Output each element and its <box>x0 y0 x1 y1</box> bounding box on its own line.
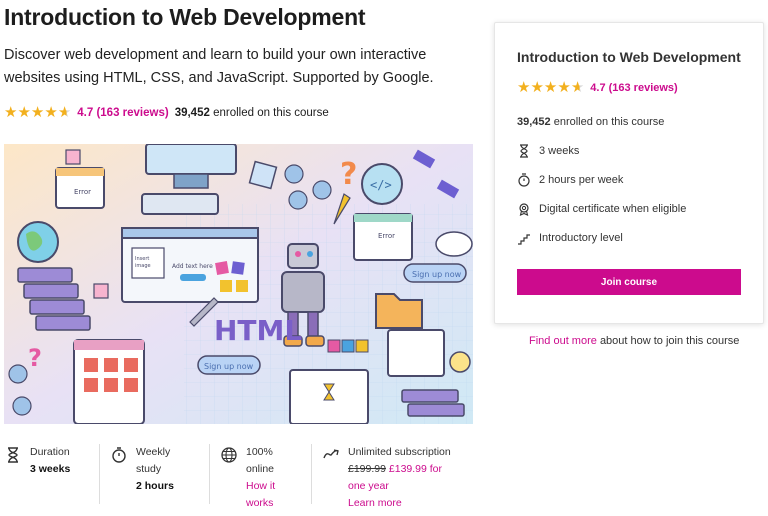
star-icon: ★ <box>4 104 18 121</box>
stat-label: Duration <box>30 446 70 458</box>
learn-more-link[interactable]: Learn more <box>348 495 462 512</box>
stopwatch-icon <box>518 173 530 187</box>
card-rating-link[interactable]: 4.7 (163 reviews) <box>590 82 677 94</box>
rating-link[interactable]: 4.7 (163 reviews) <box>77 107 168 119</box>
feature-duration: 3 weeks <box>517 144 579 158</box>
star-rating: ★ ★ ★ ★ ★ <box>4 105 71 120</box>
half-star-icon: ★ <box>57 104 72 121</box>
svg-text:?: ? <box>28 344 42 372</box>
how-it-works-link[interactable]: How it works <box>246 478 286 512</box>
course-stats: Duration 3 weeks Weekly study 2 hours 100%… <box>4 444 473 516</box>
globe-icon <box>221 447 237 463</box>
old-price: £199.99 <box>348 463 386 475</box>
half-star-icon: ★ <box>570 79 585 96</box>
svg-text:image: image <box>135 263 151 269</box>
enroll-card: Introduction to Web Development ★ ★ ★ ★ … <box>494 22 764 324</box>
infinity-icon <box>323 449 339 459</box>
feature-text: 3 weeks <box>539 145 580 157</box>
stat-online: 100% online How it works <box>220 444 312 509</box>
steps-icon <box>518 234 530 245</box>
svg-text:Insert: Insert <box>135 256 149 262</box>
feature-text: 2 hours per week <box>539 174 624 186</box>
feature-text: Introductory level <box>539 232 623 244</box>
card-enrolled: 39,452 enrolled on this course <box>517 116 665 128</box>
svg-text:Sign up now: Sign up now <box>412 270 462 279</box>
course-description: Discover web development and learn to bu… <box>4 47 434 86</box>
stopwatch-icon <box>112 447 126 463</box>
page-title: Introduction to Web Development <box>4 4 366 30</box>
stat-label: Unlimited subscription <box>348 446 451 458</box>
find-out-more-row: Find out more about how to join this cou… <box>529 335 739 347</box>
add-text-here: Add text here <box>172 263 213 270</box>
sign-up-text: Sign up now <box>204 362 254 371</box>
card-title: Introduction to Web Development <box>517 49 741 65</box>
error-text: Error <box>74 188 91 196</box>
feature-hours: 2 hours per week <box>517 173 623 187</box>
star-icon: ★ <box>517 79 531 96</box>
find-out-more-link[interactable]: Find out more <box>529 335 597 347</box>
star-icon: ★ <box>557 79 571 96</box>
course-hero-image: Error Insert image Add text here </> ? ?… <box>4 144 473 424</box>
stat-value: 2 hours <box>136 480 174 492</box>
star-rating: ★ ★ ★ ★ ★ <box>517 80 584 95</box>
stat-value: 3 weeks <box>30 463 71 475</box>
stat-subscription: Unlimited subscription £199.99 £139.99 f… <box>322 444 472 509</box>
stat-weekly-study: Weekly study 2 hours <box>110 444 210 504</box>
stat-duration: Duration 3 weeks <box>4 444 100 504</box>
star-icon: ★ <box>530 79 544 96</box>
find-out-more-text: about how to join this course <box>599 335 740 347</box>
hourglass-icon <box>520 144 528 158</box>
svg-text:?: ? <box>340 157 357 192</box>
stat-label: 100% online <box>246 446 275 475</box>
join-course-button[interactable]: Join course <box>517 269 741 295</box>
certificate-icon <box>519 203 529 216</box>
feature-certificate: Digital certificate when eligible <box>517 202 686 216</box>
svg-text:Error: Error <box>378 232 395 240</box>
star-icon: ★ <box>44 104 58 121</box>
star-icon: ★ <box>17 104 31 121</box>
svg-text:</>: </> <box>370 178 392 192</box>
feature-level: Introductory level <box>517 231 623 245</box>
card-rating-row: ★ ★ ★ ★ ★ 4.7 (163 reviews) <box>517 80 678 95</box>
html-text: HTML <box>214 314 302 347</box>
enrolled-count: 39,452 enrolled on this course <box>174 106 329 119</box>
stat-label: Weekly study <box>136 446 171 475</box>
star-icon: ★ <box>30 104 45 121</box>
feature-text: Digital certificate when eligible <box>539 203 687 215</box>
star-icon: ★ <box>543 79 558 96</box>
rating-row: ★ ★ ★ ★ ★ 4.7 (163 reviews) 39,452 enrol… <box>4 105 329 120</box>
hourglass-icon <box>8 447 18 463</box>
